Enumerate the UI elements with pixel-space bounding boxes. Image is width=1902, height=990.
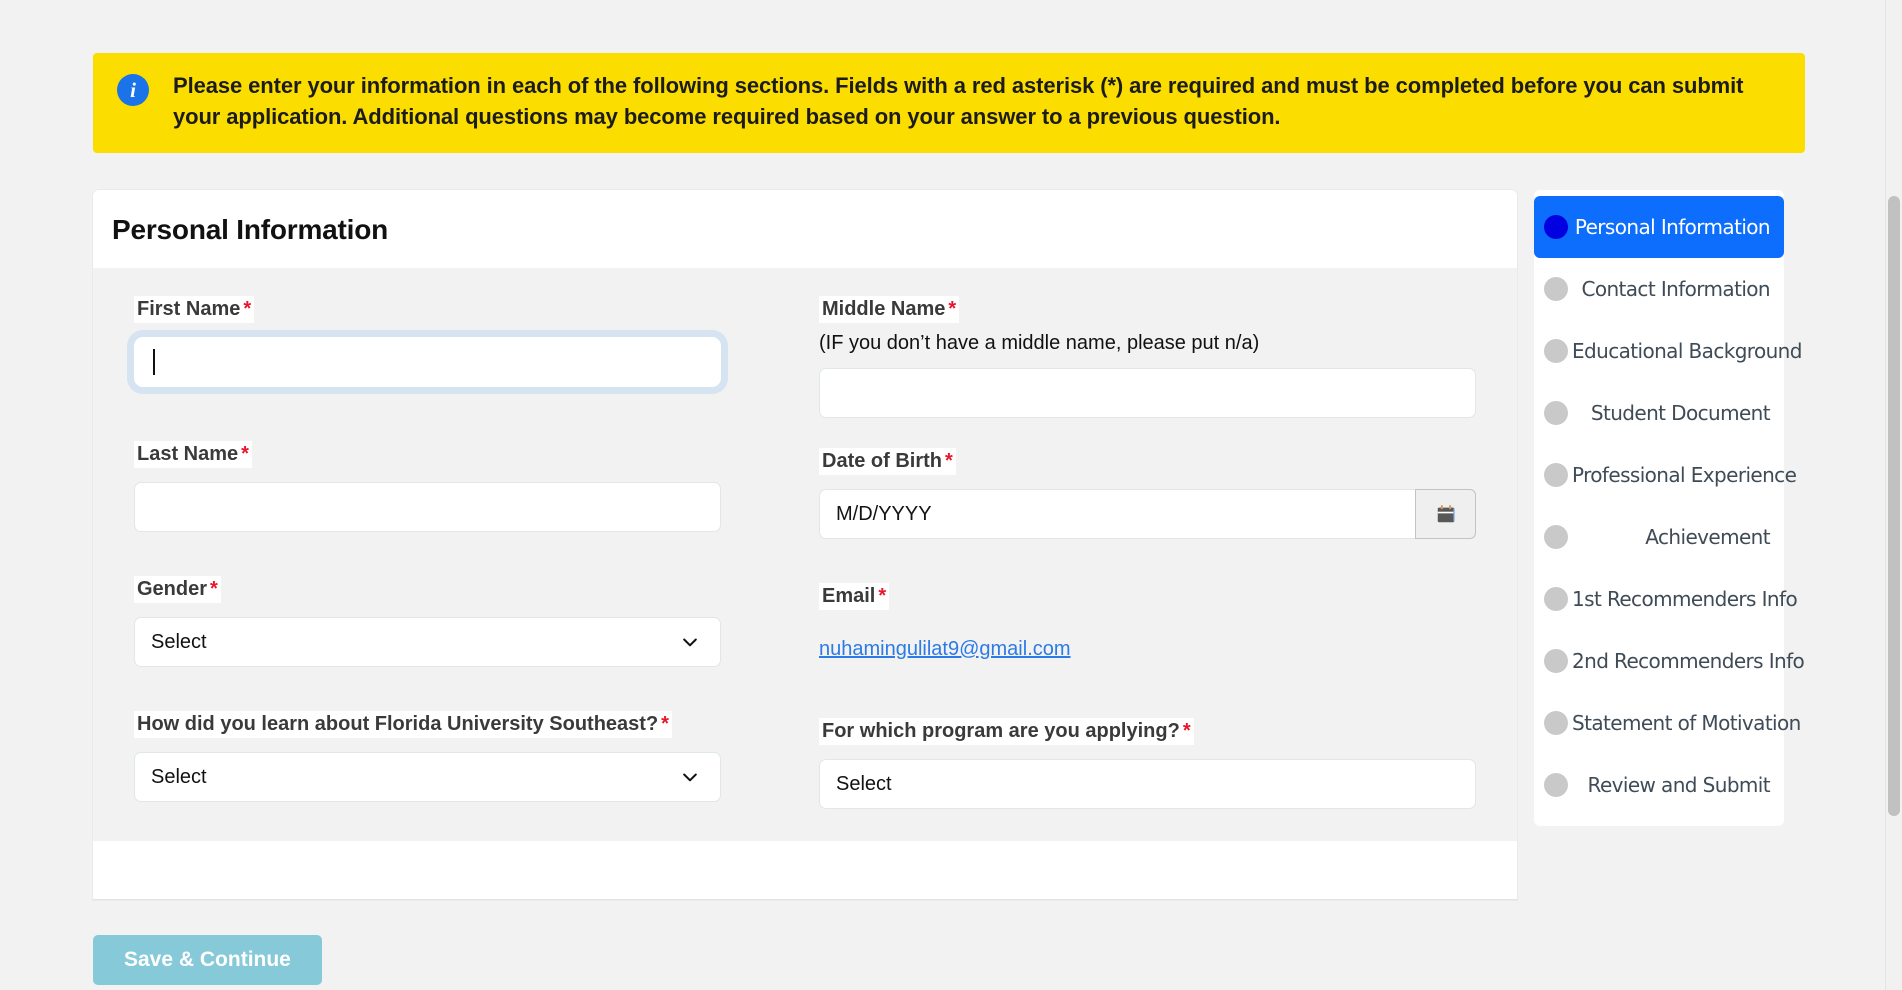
info-icon: i: [117, 74, 149, 106]
last-name-field: Last Name *: [134, 441, 721, 532]
stepper-item-label: Student Document: [1590, 401, 1771, 425]
stepper-item-label: Contact Information: [1581, 277, 1770, 301]
first-name-label-text: First Name: [137, 298, 241, 320]
page-title: Personal Information: [112, 214, 389, 245]
application-stepper: Personal Information Contact Information…: [1534, 190, 1805, 826]
card-divider: [93, 899, 1517, 900]
middle-name-field: Middle Name * (IF you don’t have a middle…: [819, 296, 1476, 418]
required-asterisk: *: [948, 298, 957, 320]
info-banner-text: Please enter your information in each of…: [173, 73, 1744, 129]
required-asterisk: *: [945, 450, 953, 472]
stepper-item-contact-information[interactable]: Contact Information: [1534, 258, 1784, 320]
stepper-item-label: Professional Experience: [1572, 463, 1797, 487]
stepper-item-label: Review and Submit: [1587, 773, 1771, 797]
required-asterisk: *: [241, 443, 249, 465]
date-of-birth-label-text: Date of Birth: [822, 450, 942, 472]
step-dot-icon: [1544, 277, 1568, 301]
stepper-item-educational-background[interactable]: Educational Background: [1534, 320, 1802, 382]
step-dot-icon: [1544, 401, 1568, 425]
program-label-text: For which program are you applying?: [822, 720, 1180, 742]
middle-name-label: Middle Name *: [819, 296, 960, 323]
required-asterisk: *: [210, 578, 218, 600]
required-asterisk: *: [661, 713, 669, 735]
stepper-item-label: Personal Information: [1574, 215, 1771, 239]
stepper-item-label: 2nd Recommenders Info: [1572, 649, 1805, 673]
date-of-birth-placeholder: M/D/YYYY: [836, 502, 932, 525]
form-grid: First Name* Last Name* Gender* Select: [93, 296, 1517, 823]
step-dot-icon: [1544, 525, 1568, 549]
date-of-birth-label: Date of Birth *: [819, 448, 956, 475]
first-name-input[interactable]: [134, 337, 721, 387]
program-select[interactable]: Select: [819, 759, 1476, 809]
stepper-item-review-and-submit[interactable]: Review and Submit: [1534, 754, 1784, 816]
stepper-item-label: Achievement: [1645, 525, 1770, 549]
form-column-right: Middle Name * (IF you don’t have a middle…: [805, 296, 1517, 823]
stepper-item-2nd-recommenders-info[interactable]: 2nd Recommenders Info: [1534, 630, 1805, 692]
stepper-item-achievement[interactable]: Achievement: [1534, 506, 1784, 568]
stepper-item-label: Educational Background: [1572, 339, 1802, 363]
date-of-birth-group: M/D/YYYY: [819, 489, 1476, 539]
save-and-continue-button[interactable]: Save & Continue: [93, 935, 322, 985]
date-picker-button[interactable]: [1415, 489, 1476, 539]
card-header: Personal Information: [93, 190, 1517, 268]
middle-name-hint: (IF you don’t have a middle name, please…: [819, 332, 1260, 354]
personal-information-card: Personal Information First Name * Last Na…: [93, 190, 1517, 900]
form-column-left: First Name* Last Name* Gender* Select: [93, 296, 805, 823]
middle-name-label-text: Middle Name: [822, 298, 946, 320]
page-scrollbar-track[interactable]: [1885, 0, 1902, 990]
step-dot-icon: [1544, 711, 1568, 735]
email-label-text: Email: [822, 585, 876, 607]
last-name-label-text: Last Name: [137, 443, 239, 465]
card-body: First Name* Last Name* Gender* Select: [93, 268, 1517, 841]
stepper-item-label: Statement of Motivation: [1572, 711, 1801, 735]
stepper-item-student-document[interactable]: Student Document: [1534, 382, 1784, 444]
program-selected-value: Select: [836, 772, 892, 795]
last-name-input[interactable]: [134, 482, 721, 532]
info-banner: i Please enter your information in each …: [93, 53, 1805, 153]
gender-label: Gender *: [134, 576, 221, 603]
email-field: Email * nuhamingulilat9@gmail.com: [819, 583, 1476, 674]
program-field: For which program are you applying? * Sel…: [819, 718, 1476, 809]
chevron-down-icon: [683, 773, 697, 782]
card-footer: [93, 841, 1517, 899]
stepper-item-personal-information[interactable]: Personal Information: [1534, 196, 1784, 258]
step-dot-icon: [1544, 215, 1568, 239]
step-dot-icon: [1544, 339, 1568, 363]
required-asterisk: *: [243, 298, 252, 320]
calendar-icon: [1437, 505, 1455, 523]
gender-select[interactable]: Select: [134, 617, 721, 667]
required-asterisk: *: [1182, 720, 1191, 742]
step-dot-icon: [1544, 587, 1568, 611]
gender-field: Gender * Select: [134, 576, 721, 667]
referral-source-label: How did you learn about Florida Universi…: [134, 711, 672, 738]
gender-selected-value: Select: [151, 630, 207, 653]
last-name-label: Last Name *: [134, 441, 252, 468]
stepper-item-statement-of-motivation[interactable]: Statement of Motivation: [1534, 692, 1801, 754]
stepper-item-professional-experience[interactable]: Professional Experience: [1534, 444, 1797, 506]
referral-source-select[interactable]: Select: [134, 752, 721, 802]
first-name-label: First Name *: [134, 296, 255, 323]
referral-source-label-text: How did you learn about Florida Universi…: [137, 713, 659, 735]
stepper-item-label: 1st Recommenders Info: [1572, 587, 1798, 611]
step-dot-icon: [1544, 463, 1568, 487]
first-name-field: First Name *: [134, 296, 721, 387]
date-of-birth-field: Date of Birth * M/D/YYYY: [819, 448, 1476, 539]
required-asterisk: *: [878, 585, 887, 607]
application-form-page: i Please enter your information in each …: [0, 0, 1902, 990]
step-dot-icon: [1544, 773, 1568, 797]
referral-source-selected-value: Select: [151, 765, 207, 788]
middle-name-input[interactable]: [819, 368, 1476, 418]
email-label: Email *: [819, 583, 890, 610]
referral-source-field: How did you learn about Florida Universi…: [134, 711, 721, 802]
page-scrollbar-thumb[interactable]: [1888, 196, 1900, 816]
email-value-link[interactable]: nuhamingulilat9@gmail.com: [819, 624, 1476, 674]
text-cursor: [153, 349, 155, 375]
step-dot-icon: [1544, 649, 1568, 673]
program-label: For which program are you applying? *: [819, 718, 1194, 745]
gender-label-text: Gender: [137, 578, 208, 600]
stepper-item-1st-recommenders-info[interactable]: 1st Recommenders Info: [1534, 568, 1798, 630]
date-of-birth-input[interactable]: M/D/YYYY: [819, 489, 1415, 539]
chevron-down-icon: [683, 638, 697, 647]
